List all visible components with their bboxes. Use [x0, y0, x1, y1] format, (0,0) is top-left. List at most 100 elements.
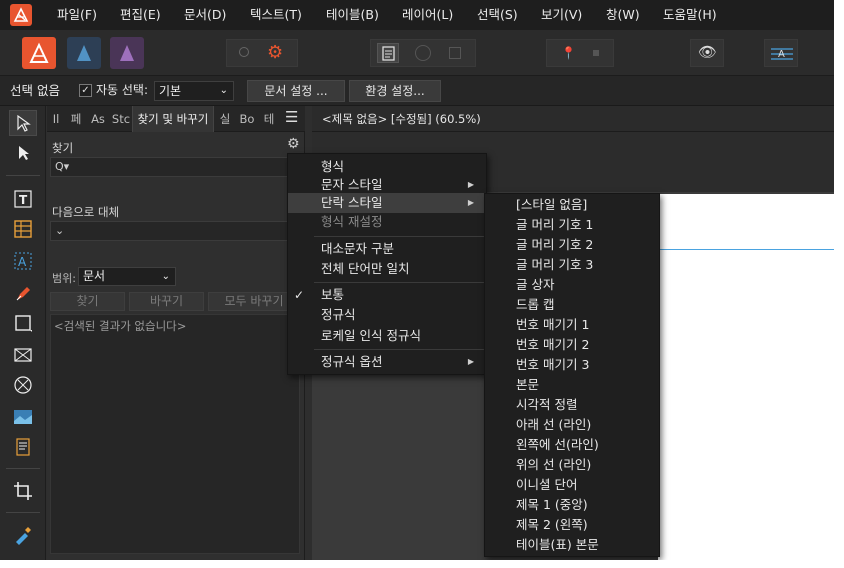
designer-persona-icon[interactable] [67, 37, 101, 69]
eye-slash-icon[interactable]: 👁 [698, 43, 717, 61]
menu-view[interactable]: 보기(V) [541, 0, 582, 30]
style-heading-1-center[interactable]: 제목 1 (중앙) [516, 495, 588, 515]
document-page[interactable] [658, 194, 834, 560]
style-drop-cap[interactable]: 드롭 캡 [516, 295, 554, 315]
tab-8[interactable]: 테 [260, 106, 278, 132]
chevron-down-icon: ⌄ [55, 224, 65, 237]
find-button[interactable]: 찾기 [50, 292, 125, 311]
node-tool-icon[interactable] [9, 140, 37, 166]
style-no-style[interactable]: [스타일 없음] [516, 195, 587, 215]
menu-file[interactable]: 파일(F) [57, 0, 97, 30]
scope-dropdown[interactable]: 문서 ⌄ [78, 267, 176, 286]
main-toolbar: ⚙ 📍 👁 A [0, 30, 834, 76]
no-results-text: <검색된 결과가 없습니다> [54, 319, 187, 333]
style-bullet-2[interactable]: 글 머리 기호 2 [516, 235, 593, 255]
menu-item-match-case[interactable]: 대소문자 구분 [288, 239, 486, 259]
place-image-tool-icon[interactable] [9, 404, 37, 430]
document-tab[interactable]: <제목 없음> [수정됨] (60.5%) [312, 106, 834, 132]
artistic-text-tool-icon[interactable]: A [9, 248, 37, 274]
style-table-body[interactable]: 테이블(표) 본문 [516, 535, 599, 555]
text-flow-icon[interactable]: A [765, 40, 799, 68]
context-toolbar: 선택 없음 ✓ 자동 선택: 기본 ⌄ 문서 설정 ... 환경 설정... [0, 76, 834, 106]
style-initial-words[interactable]: 이니셜 단어 [516, 475, 577, 495]
replace-button[interactable]: 바꾸기 [129, 292, 204, 311]
find-input[interactable]: Q▾ [50, 157, 300, 177]
menu-item-format[interactable]: 형식 [288, 157, 486, 177]
menu-edit[interactable]: 편집(E) [120, 0, 161, 30]
style-bullet-1[interactable]: 글 머리 기호 1 [516, 215, 593, 235]
replace-input[interactable]: ⌄ [50, 221, 300, 241]
tab-stock[interactable]: Stc [111, 106, 131, 132]
panel-tabs: Il 페 As Stc 찾기 및 바꾸기 실 Bo 테 ☰ [47, 106, 305, 132]
pin-icon[interactable]: 📍 [561, 46, 576, 60]
tools-divider-2 [6, 468, 40, 469]
tab-6[interactable]: 실 [217, 106, 233, 132]
style-numbering-1[interactable]: 번호 매기기 1 [516, 315, 589, 335]
tab-assets[interactable]: As [87, 106, 109, 132]
menu-separator [314, 282, 484, 283]
align-icon[interactable] [449, 47, 461, 59]
toolbar-group-3: 📍 [546, 39, 614, 67]
style-visual-alignment[interactable]: 시각적 정렬 [516, 395, 577, 415]
table-of-contents-icon[interactable] [9, 434, 37, 460]
wrap-icon[interactable] [415, 45, 431, 61]
replace-label: 다음으로 대체 [52, 205, 120, 219]
style-rule-left[interactable]: 왼쪽에 선(라인) [516, 435, 599, 455]
menu-table[interactable]: 테이블(B) [326, 0, 379, 30]
table-tool-icon[interactable] [9, 216, 37, 242]
preferences-button[interactable]: 환경 설정... [349, 80, 441, 102]
tab-pages[interactable]: 페 [67, 106, 85, 132]
square-icon[interactable] [593, 50, 599, 56]
search-options-menu: 형식 문자 스타일 ▶ 단락 스타일 ▶ 형식 재설정 대소문자 구분 전체 단… [287, 153, 487, 375]
style-rule-below[interactable]: 아래 선 (라인) [516, 415, 591, 435]
rectangle-tool-icon[interactable] [9, 310, 37, 336]
style-text-box[interactable]: 글 상자 [516, 275, 554, 295]
menu-item-locale-regex[interactable]: 로케일 인식 정규식 [288, 326, 486, 346]
tab-books[interactable]: Bo [237, 106, 257, 132]
auto-select-dropdown[interactable]: 기본 ⌄ [154, 81, 234, 101]
menu-text[interactable]: 텍스트(T) [250, 0, 302, 30]
gear-icon[interactable]: ⚙ [287, 136, 300, 152]
style-numbering-3[interactable]: 번호 매기기 3 [516, 355, 589, 375]
style-body[interactable]: 본문 [516, 375, 539, 395]
move-tool-icon[interactable] [9, 110, 37, 136]
circle-icon[interactable] [239, 47, 249, 57]
pen-tool-icon[interactable] [9, 280, 37, 306]
chevron-down-icon: ⌄ [219, 85, 228, 96]
frame-text-icon[interactable] [377, 43, 399, 63]
menu-bar: 파일(F) 편집(E) 문서(D) 텍스트(T) 테이블(B) 레이어(L) 선… [0, 0, 834, 30]
menu-separator [314, 236, 484, 237]
menu-item-regex[interactable]: 정규식 [288, 305, 486, 325]
menu-window[interactable]: 창(W) [606, 0, 640, 30]
app-window: 파일(F) 편집(E) 문서(D) 텍스트(T) 테이블(B) 레이어(L) 선… [0, 0, 834, 560]
tab-0[interactable]: Il [49, 106, 63, 132]
menu-document[interactable]: 문서(D) [184, 0, 226, 30]
color-picker-tool-icon[interactable] [9, 522, 37, 548]
style-rule-above[interactable]: 위의 선 (라인) [516, 455, 591, 475]
photo-persona-icon[interactable] [110, 37, 144, 69]
menu-item-paragraph-style[interactable]: 단락 스타일 ▶ [288, 193, 486, 213]
menu-help[interactable]: 도움말(H) [663, 0, 717, 30]
auto-select-checkbox[interactable]: ✓ [79, 84, 92, 97]
publisher-persona-icon[interactable] [22, 37, 56, 69]
menu-item-character-style[interactable]: 문자 스타일 ▶ [288, 175, 486, 195]
picture-frame-rectangle-icon[interactable] [9, 342, 37, 368]
style-numbering-2[interactable]: 번호 매기기 2 [516, 335, 589, 355]
tools-divider-3 [6, 512, 40, 513]
frame-text-tool-icon[interactable]: T [9, 186, 37, 212]
style-bullet-3[interactable]: 글 머리 기호 3 [516, 255, 593, 275]
menu-select[interactable]: 선택(S) [477, 0, 518, 30]
toolbar-group-2 [370, 39, 476, 67]
panel-menu-icon[interactable]: ☰ [285, 108, 298, 126]
picture-frame-ellipse-icon[interactable] [9, 372, 37, 398]
svg-text:A: A [778, 49, 785, 60]
menu-item-whole-word[interactable]: 전체 단어만 일치 [288, 259, 486, 279]
crop-tool-icon[interactable] [9, 478, 37, 504]
style-heading-2-left[interactable]: 제목 2 (왼쪽) [516, 515, 588, 535]
menu-item-normal[interactable]: ✓ 보통 [288, 285, 486, 305]
document-setup-button[interactable]: 문서 설정 ... [247, 80, 345, 102]
gear-icon[interactable]: ⚙ [267, 43, 283, 63]
menu-layer[interactable]: 레이어(L) [402, 0, 453, 30]
menu-item-regex-options[interactable]: 정규식 옵션 ▶ [288, 352, 486, 372]
tab-find-replace[interactable]: 찾기 및 바꾸기 [132, 106, 214, 132]
